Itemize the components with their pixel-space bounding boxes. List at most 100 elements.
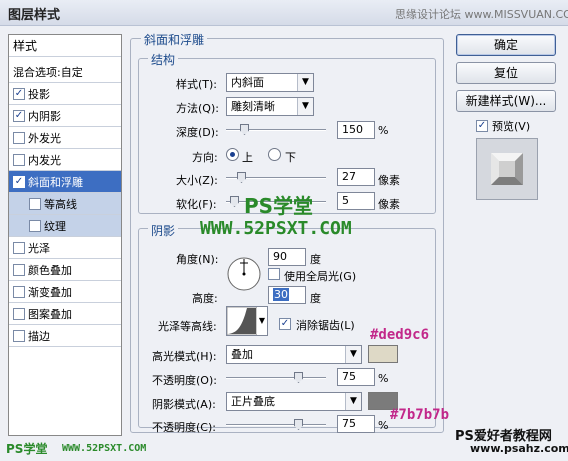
list-item-stroke[interactable]: 描边 bbox=[9, 325, 121, 347]
highlight-mode-value: 叠加 bbox=[231, 348, 253, 361]
slider-thumb[interactable] bbox=[294, 419, 303, 430]
structure-title: 结构 bbox=[148, 51, 179, 68]
list-item-pattern-overlay[interactable]: 图案叠加 bbox=[9, 303, 121, 325]
list-item-bevel-emboss[interactable]: ✓ 斜面和浮雕 bbox=[9, 171, 121, 193]
highlight-opacity-unit: % bbox=[378, 372, 389, 385]
ps-school-watermark: PS学堂 bbox=[244, 194, 314, 218]
global-light-checkbox-box[interactable] bbox=[268, 268, 280, 280]
blend-options-item[interactable]: 混合选项:自定 bbox=[9, 61, 121, 83]
slider-thumb[interactable] bbox=[230, 196, 239, 207]
watermark-text: 思缘设计论坛 www.MISSVUAN.COM bbox=[395, 8, 568, 21]
contour-checkbox[interactable] bbox=[29, 197, 41, 210]
shadow-opacity-label: 不透明度(C): bbox=[152, 421, 216, 434]
slider-track bbox=[226, 424, 326, 426]
stroke-checkbox[interactable] bbox=[13, 329, 25, 342]
direction-down-radio[interactable] bbox=[268, 148, 281, 161]
depth-slider[interactable] bbox=[226, 124, 326, 136]
highlight-opacity-input[interactable]: 75 bbox=[337, 368, 375, 386]
texture-checkbox[interactable] bbox=[29, 219, 41, 232]
depth-value: 150 bbox=[342, 123, 363, 136]
soften-unit: 像素 bbox=[378, 198, 400, 211]
shadow-mode-select[interactable]: 正片叠底 ▼ bbox=[226, 392, 362, 411]
list-item-satin[interactable]: 光泽 bbox=[9, 237, 121, 259]
highlight-color-swatch[interactable] bbox=[368, 345, 398, 363]
list-item-label: 内阴影 bbox=[28, 109, 61, 123]
highlight-mode-select[interactable]: 叠加 ▼ bbox=[226, 345, 362, 364]
pattern-overlay-checkbox[interactable] bbox=[13, 307, 25, 320]
outer-glow-checkbox[interactable] bbox=[13, 131, 25, 144]
satin-checkbox[interactable] bbox=[13, 241, 25, 254]
footer-logo: PS学堂 bbox=[6, 442, 48, 456]
reset-button[interactable]: 复位 bbox=[456, 62, 556, 84]
style-select[interactable]: 内斜面 ▼ bbox=[226, 73, 314, 92]
new-style-button[interactable]: 新建样式(W)... bbox=[456, 90, 556, 112]
list-item-color-overlay[interactable]: 颜色叠加 bbox=[9, 259, 121, 281]
gloss-contour-label: 光泽等高线: bbox=[158, 320, 217, 333]
list-item-texture[interactable]: 纹理 bbox=[9, 215, 121, 237]
contour-curve-icon bbox=[226, 306, 258, 336]
altitude-input[interactable]: 30 bbox=[268, 286, 306, 304]
direction-label: 方向: bbox=[192, 151, 218, 164]
direction-up-radio[interactable] bbox=[226, 148, 239, 161]
list-item-gradient-overlay[interactable]: 渐变叠加 bbox=[9, 281, 121, 303]
list-item-label: 光泽 bbox=[28, 241, 50, 255]
list-item-inner-glow[interactable]: 内发光 bbox=[9, 149, 121, 171]
list-item-label: 外发光 bbox=[28, 131, 61, 145]
gradient-overlay-checkbox[interactable] bbox=[13, 285, 25, 298]
chevron-down-icon: ▼ bbox=[297, 98, 313, 115]
color-overlay-checkbox[interactable] bbox=[13, 263, 25, 276]
shading-title: 阴影 bbox=[148, 222, 179, 239]
shadow-mode-label: 阴影模式(A): bbox=[152, 398, 216, 411]
soften-value: 5 bbox=[342, 194, 349, 207]
ok-button[interactable]: 确定 bbox=[456, 34, 556, 56]
list-item-contour[interactable]: 等高线 bbox=[9, 193, 121, 215]
anti-alias-checkbox[interactable]: ✓ bbox=[279, 316, 294, 330]
gloss-contour-picker[interactable]: ▼ bbox=[226, 306, 268, 336]
size-slider[interactable] bbox=[226, 172, 326, 184]
preview-checkbox[interactable]: ✓ bbox=[476, 118, 491, 132]
chevron-down-icon: ▼ bbox=[345, 346, 361, 363]
angle-dial-icon[interactable] bbox=[226, 256, 262, 292]
size-input[interactable]: 27 bbox=[337, 168, 375, 186]
highlight-mode-label: 高光模式(H): bbox=[152, 350, 217, 363]
preview-checkbox-box[interactable]: ✓ bbox=[476, 120, 488, 132]
shadow-opacity-slider[interactable] bbox=[226, 419, 326, 431]
highlight-hex-annotation: #ded9c6 bbox=[370, 327, 430, 343]
bevel-emboss-title: 斜面和浮雕 bbox=[141, 31, 208, 48]
anti-alias-checkbox-box[interactable]: ✓ bbox=[279, 318, 291, 330]
chevron-down-icon: ▼ bbox=[345, 393, 361, 410]
global-light-checkbox[interactable] bbox=[268, 268, 282, 282]
list-item-inner-shadow[interactable]: ✓ 内阴影 bbox=[9, 105, 121, 127]
slider-thumb[interactable] bbox=[294, 372, 303, 383]
soften-input[interactable]: 5 bbox=[337, 192, 375, 210]
altitude-label: 高度: bbox=[192, 292, 218, 305]
window-title: 图层样式 bbox=[8, 8, 61, 23]
depth-input[interactable]: 150 bbox=[337, 121, 375, 139]
drop-shadow-checkbox[interactable]: ✓ bbox=[13, 87, 25, 100]
size-value: 27 bbox=[342, 170, 356, 183]
styles-list: 样式 混合选项:自定 ✓ 投影 ✓ 内阴影 外发光 内发光 ✓ 斜面和浮雕 等高… bbox=[8, 34, 122, 436]
inner-glow-checkbox[interactable] bbox=[13, 153, 25, 166]
direction-up-label: 上 bbox=[242, 151, 253, 164]
slider-thumb[interactable] bbox=[237, 172, 246, 183]
angle-unit: 度 bbox=[310, 253, 321, 266]
shadow-opacity-unit: % bbox=[378, 419, 389, 432]
list-item-drop-shadow[interactable]: ✓ 投影 bbox=[9, 83, 121, 105]
footer-url: WWW.52PSXT.COM bbox=[62, 443, 147, 454]
anti-alias-label: 消除锯齿(L) bbox=[296, 319, 355, 332]
list-item-label: 斜面和浮雕 bbox=[28, 175, 83, 189]
slider-thumb[interactable] bbox=[240, 124, 249, 135]
list-item-label: 图案叠加 bbox=[28, 307, 72, 321]
altitude-value: 30 bbox=[273, 288, 289, 301]
bevel-emboss-checkbox[interactable]: ✓ bbox=[13, 175, 25, 188]
inner-shadow-checkbox[interactable]: ✓ bbox=[13, 109, 25, 122]
technique-label: 方法(Q): bbox=[176, 102, 219, 115]
styles-header[interactable]: 样式 bbox=[9, 35, 121, 57]
list-item-label: 内发光 bbox=[28, 153, 61, 167]
blend-options-label: 混合选项:自定 bbox=[13, 65, 83, 79]
angle-input[interactable]: 90 bbox=[268, 248, 306, 266]
technique-select[interactable]: 雕刻清晰 ▼ bbox=[226, 97, 314, 116]
shadow-opacity-input[interactable]: 75 bbox=[337, 415, 375, 433]
highlight-opacity-slider[interactable] bbox=[226, 372, 326, 384]
list-item-outer-glow[interactable]: 外发光 bbox=[9, 127, 121, 149]
